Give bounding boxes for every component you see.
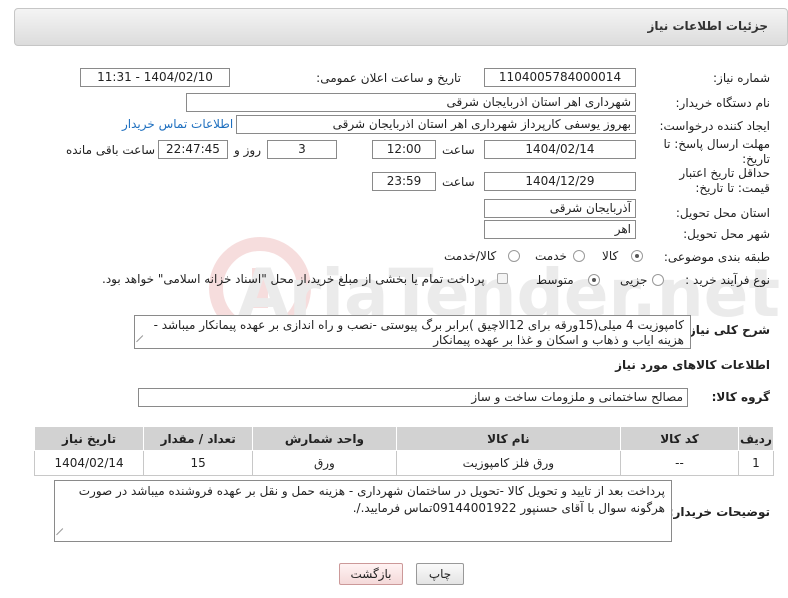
col-header-code: کد کالا (620, 426, 739, 451)
purchase-type-label: نوع فرآیند خرید : (685, 273, 770, 287)
category-service-label: خدمت (535, 249, 567, 263)
cell-code: -- (620, 450, 739, 476)
general-desc-textarea: کامپوزیت 4 میلی(15ورقه برای 12الاچیق )بر… (134, 315, 691, 349)
col-header-name: نام کالا (395, 426, 622, 451)
reply-deadline-label: مهلت ارسال پاسخ: تا تاریخ: (663, 137, 770, 166)
table-row: 1 -- ورق فلز کامپوزیت ورق 15 1404/02/14 (33, 450, 775, 476)
cell-row-number: 1 (737, 450, 775, 476)
buyer-notes-text: پرداخت بعد از تایید و تحویل کالا -تحویل … (78, 484, 665, 515)
price-validity-label: حداقل تاریخ اعتبار قیمت: تا تاریخ: (679, 166, 770, 195)
goods-group-label: گروه کالا: (711, 390, 770, 404)
goods-info-title: اطلاعات کالاهای مورد نیاز (615, 358, 770, 372)
reply-days-field: 3 (267, 140, 337, 159)
treasury-bonds-note: پرداخت تمام یا بخشی از مبلغ خرید،از محل … (102, 272, 485, 286)
purchase-partial-radio[interactable] (652, 274, 664, 286)
back-button[interactable]: بازگشت (339, 563, 403, 585)
requester-label: ایجاد کننده درخواست: (659, 119, 770, 133)
buyer-org-field: شهرداری اهر استان اذربایجان شرقی (186, 93, 636, 112)
reply-time-field: 12:00 (372, 140, 436, 159)
announce-datetime-field: 1404/02/10 - 11:31 (80, 68, 230, 87)
goods-group-field: مصالح ساختمانی و ملزومات ساخت و ساز (138, 388, 688, 407)
days-and-label: روز و (234, 143, 261, 157)
buyer-org-label: نام دستگاه خریدار: (675, 96, 771, 110)
cell-need-date: 1404/02/14 (33, 450, 145, 476)
goods-table: ردیف کد کالا نام کالا واحد شمارش تعداد /… (33, 426, 775, 476)
table-header-row: ردیف کد کالا نام کالا واحد شمارش تعداد /… (33, 426, 775, 451)
delivery-city-label: شهر محل تحویل: (683, 227, 770, 241)
validity-date-field: 1404/12/29 (484, 172, 636, 191)
reply-time-label: ساعت (442, 143, 475, 157)
category-service-radio[interactable] (573, 250, 585, 262)
category-goods-radio[interactable] (631, 250, 643, 262)
reply-remaining-field: 22:47:45 (158, 140, 228, 159)
need-number-field: 1104005784000014 (484, 68, 636, 87)
page-title: جزئیات اطلاعات نیاز (647, 19, 768, 33)
validity-time-field: 23:59 (372, 172, 436, 191)
purchase-medium-radio[interactable] (588, 274, 600, 286)
delivery-province-field: آذربایجان شرقی (484, 199, 636, 218)
resize-grip-icon[interactable] (56, 528, 69, 541)
purchase-partial-label: جزیی (620, 273, 648, 287)
buyer-notes-label: توضیحات خریدار: (668, 505, 770, 519)
resize-grip-icon[interactable] (136, 335, 149, 348)
requester-field: بهروز یوسفی کارپرداز شهرداری اهر استان ا… (236, 115, 636, 134)
col-header-row-number: ردیف (737, 426, 775, 451)
buyer-notes-textarea: پرداخت بعد از تایید و تحویل کالا -تحویل … (54, 480, 672, 542)
cell-name: ورق فلز کامپوزیت (395, 450, 622, 476)
validity-time-label: ساعت (442, 175, 475, 189)
col-header-quantity: تعداد / مقدار (143, 426, 254, 451)
need-number-label: شماره نیاز: (713, 71, 770, 85)
delivery-province-label: استان محل تحویل: (675, 206, 770, 220)
cell-unit: ورق (252, 450, 397, 476)
category-label: طبقه بندی موضوعی: (663, 250, 770, 264)
category-both-radio[interactable] (508, 250, 520, 262)
remaining-label: ساعت باقی مانده (66, 143, 156, 157)
delivery-city-field: اهر (484, 220, 636, 239)
col-header-unit: واحد شمارش (252, 426, 397, 451)
col-header-need-date: تاریخ نیاز (33, 426, 145, 451)
general-desc-label: شرح کلی نیاز: (684, 323, 770, 337)
reply-date-field: 1404/02/14 (484, 140, 636, 159)
treasury-bonds-checkbox[interactable] (497, 273, 508, 284)
cell-quantity: 15 (143, 450, 254, 476)
category-goods-label: کالا (602, 249, 619, 263)
category-both-label: کالا/خدمت (444, 249, 497, 263)
buyer-contact-link[interactable]: اطلاعات تماس خریدار (122, 117, 233, 131)
purchase-medium-label: متوسط (536, 273, 574, 287)
general-desc-text: کامپوزیت 4 میلی(15ورقه برای 12الاچیق )بر… (153, 318, 684, 347)
print-button[interactable]: چاپ (416, 563, 464, 585)
announce-datetime-label: تاریخ و ساعت اعلان عمومی: (316, 71, 461, 85)
